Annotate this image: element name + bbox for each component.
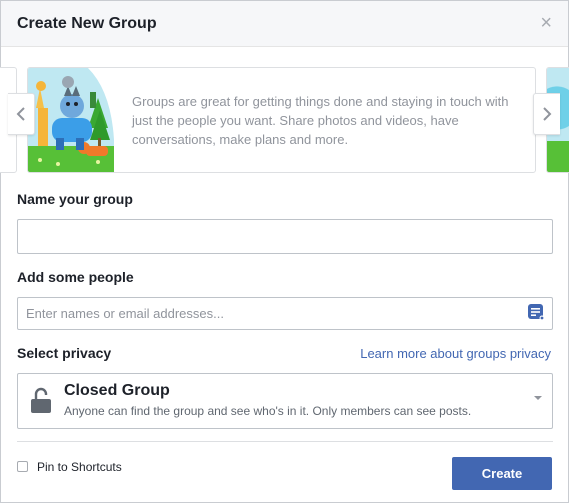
privacy-select[interactable]: Closed Group Anyone can find the group a… (17, 373, 553, 429)
pin-shortcuts-checkbox[interactable] (17, 461, 28, 472)
animals-group-illustration (28, 68, 114, 172)
close-icon[interactable]: × (540, 13, 552, 33)
chevron-down-icon (534, 396, 542, 400)
privacy-option-title: Closed Group (64, 382, 170, 399)
intro-carousel: Groups are great for getting things done… (0, 67, 569, 175)
privacy-learn-more-link[interactable]: Learn more about groups privacy (360, 346, 551, 361)
group-name-input[interactable] (17, 219, 553, 254)
carousel-next-button[interactable] (533, 93, 560, 135)
privacy-option-description: Anyone can find the group and see who's … (64, 404, 472, 418)
dialog-header: Create New Group × (1, 1, 568, 47)
add-people-input[interactable] (17, 297, 553, 330)
chevron-right-icon (543, 107, 552, 121)
group-name-label: Name your group (17, 191, 133, 207)
create-group-dialog: Create New Group × Groups are great for … (0, 0, 569, 503)
dialog-title: Create New Group (17, 15, 157, 32)
chevron-left-icon (16, 107, 25, 121)
carousel-prev-button[interactable] (8, 93, 35, 135)
add-people-label: Add some people (17, 269, 134, 285)
privacy-label: Select privacy (17, 345, 112, 361)
pin-shortcuts-label[interactable]: Pin to Shortcuts (37, 460, 122, 474)
unlocked-padlock-icon (31, 387, 51, 413)
create-button[interactable]: Create (452, 457, 552, 490)
carousel-slide: Groups are great for getting things done… (27, 67, 536, 173)
contact-list-icon[interactable] (527, 303, 545, 321)
carousel-description: Groups are great for getting things done… (132, 94, 509, 147)
footer-divider (17, 441, 553, 442)
